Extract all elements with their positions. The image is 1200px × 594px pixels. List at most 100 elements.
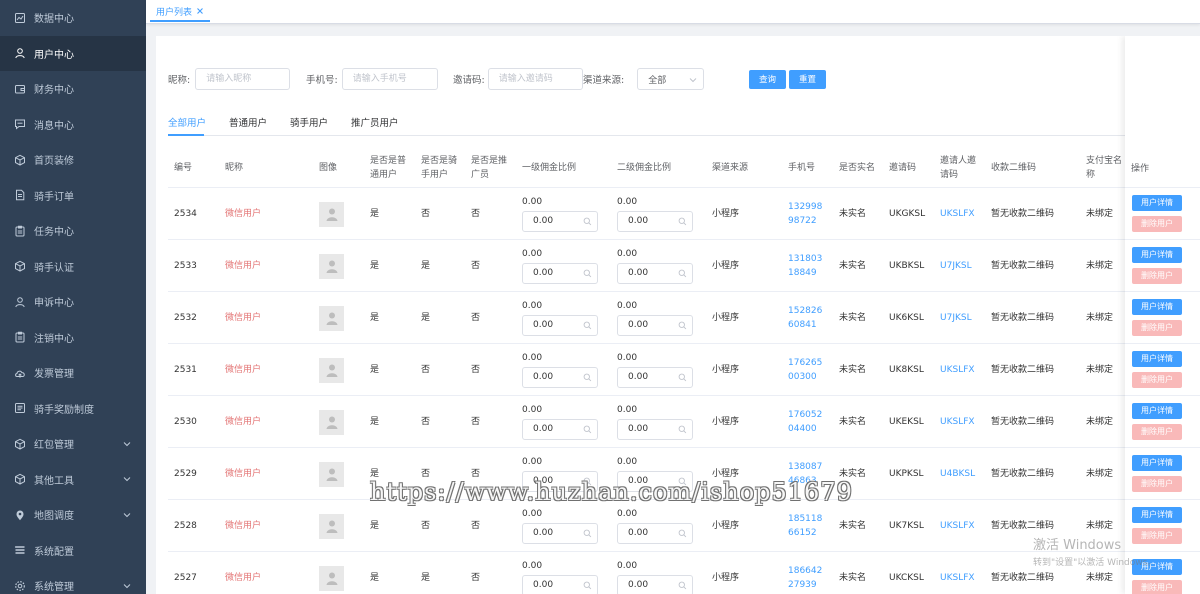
tab-user-list[interactable]: 用户列表 (150, 2, 211, 22)
cell-phone[interactable]: 18511866152 (788, 500, 828, 552)
invite-code-input[interactable] (487, 68, 583, 90)
cell-inviter-code[interactable]: U7JKSL (940, 240, 985, 292)
sidebar-item-label: 系统配置 (34, 546, 74, 558)
sidebar-item-15[interactable]: 系统配置 (0, 533, 146, 569)
sidebar-item-10[interactable]: 发票管理 (0, 355, 146, 391)
sidebar-item-6[interactable]: 任务中心 (0, 213, 146, 249)
ratio1-input-value: 0.00 (533, 268, 554, 278)
content-card: 昵称: 手机号: 邀请码: 渠道来源: 全部 查询 重置 全部用户 普通用户 骑… (156, 36, 1200, 594)
cell-inviter-code[interactable]: UKSLFX (940, 188, 985, 240)
cell-is-rider: 是 (421, 313, 431, 323)
ratio2-value: 0.00 (617, 301, 638, 311)
sidebar-item-12[interactable]: 红包管理 (0, 426, 146, 462)
sidebar-item-16[interactable]: 系统管理 (0, 568, 146, 594)
ratio1-input[interactable]: 0.00 (522, 523, 598, 544)
cell-phone[interactable]: 18664227939 (788, 552, 828, 594)
sidebar-item-label: 任务中心 (34, 227, 74, 239)
ops-cell: 用户详情 删除用户 (1125, 292, 1200, 344)
cell-inviter-code[interactable]: UKSLFX (940, 500, 985, 552)
delete-user-button[interactable]: 删除用户 (1132, 580, 1182, 594)
user-detail-button[interactable]: 用户详情 (1132, 299, 1182, 315)
close-icon[interactable] (196, 7, 204, 15)
sidebar-item-11[interactable]: 骑手奖励制度 (0, 391, 146, 427)
cell-qrcode: 暂无收款二维码 (991, 365, 1055, 375)
tab-normal-users[interactable]: 普通用户 (229, 112, 267, 136)
ratio1-input[interactable]: 0.00 (522, 419, 598, 440)
user-detail-button[interactable]: 用户详情 (1132, 247, 1182, 263)
tab-rider-users[interactable]: 骑手用户 (290, 112, 328, 136)
ratio2-input[interactable]: 0.00 (617, 367, 693, 388)
ratio1-value: 0.00 (522, 561, 543, 571)
ops-column: 操作 用户详情 删除用户 用户详情 删除用户 用户详情 删除用户 用户详情 删除用户 用户详情删… (1125, 36, 1200, 594)
sidebar-item-8[interactable]: 申诉中心 (0, 284, 146, 320)
sidebar-item-1[interactable]: 用户中心 (0, 35, 146, 71)
activation-subtitle: 转到"设置"以激活 Windows。 (1033, 558, 1157, 568)
user-detail-button[interactable]: 用户详情 (1132, 351, 1182, 367)
header-id: 编号 (174, 163, 193, 173)
cell-qrcode: 暂无收款二维码 (991, 261, 1055, 271)
user-detail-button[interactable]: 用户详情 (1132, 507, 1182, 523)
cell-phone[interactable]: 13180318849 (788, 240, 828, 292)
cell-ratio1: 0.00 0.00 (522, 196, 598, 232)
cell-inviter-code[interactable]: U7JKSL (940, 292, 985, 344)
cell-inviter-code[interactable]: UKSLFX (940, 396, 985, 448)
ratio2-input[interactable]: 0.00 (617, 263, 693, 284)
sidebar-item-7[interactable]: 骑手认证 (0, 249, 146, 285)
search-button[interactable]: 查询 (749, 69, 787, 89)
user-icon (14, 296, 26, 308)
delete-user-button[interactable]: 删除用户 (1132, 320, 1182, 336)
cell-inviter-code[interactable]: U4BKSL (940, 448, 985, 500)
ratio1-input[interactable]: 0.00 (522, 211, 598, 232)
ops-cell: 用户详情 删除用户 (1125, 188, 1200, 240)
cell-realname: 未实名 (839, 365, 867, 375)
cell-inviter-code[interactable]: UKSLFX (940, 552, 985, 594)
channel-select[interactable]: 全部 (637, 68, 705, 90)
ratio1-input-value: 0.00 (533, 580, 554, 590)
sidebar-item-0[interactable]: 数据中心 (0, 0, 146, 36)
ratio1-input[interactable]: 0.00 (522, 263, 598, 284)
delete-user-button[interactable]: 删除用户 (1132, 424, 1182, 440)
phone-input[interactable] (341, 68, 438, 90)
cell-nickname: 微信用户 (225, 469, 262, 479)
sidebar-item-9[interactable]: 注销中心 (0, 320, 146, 356)
ratio2-input[interactable]: 0.00 (617, 315, 693, 336)
ratio2-input[interactable]: 0.00 (617, 575, 693, 594)
cell-phone[interactable]: 15282660841 (788, 292, 828, 344)
search-icon (678, 529, 687, 538)
chevron-down-icon (123, 441, 131, 446)
user-detail-button[interactable]: 用户详情 (1132, 403, 1182, 419)
cell-invite-code: UKGKSL (889, 209, 926, 219)
watermark-text: https://www.huzhan.com/ishop51679 (370, 478, 853, 506)
delete-user-button[interactable]: 删除用户 (1132, 216, 1182, 232)
ratio1-input[interactable]: 0.00 (522, 315, 598, 336)
sidebar-item-13[interactable]: 其他工具 (0, 462, 146, 498)
delete-user-button[interactable]: 删除用户 (1132, 476, 1182, 492)
sidebar-item-label: 消息中心 (34, 120, 74, 132)
sidebar-item-2[interactable]: 财务中心 (0, 71, 146, 107)
cell-inviter-code[interactable]: UKSLFX (940, 344, 985, 396)
cell-realname: 未实名 (839, 209, 867, 219)
user-detail-button[interactable]: 用户详情 (1132, 195, 1182, 211)
delete-user-button[interactable]: 删除用户 (1132, 372, 1182, 388)
sidebar-item-label: 骑手奖励制度 (34, 404, 94, 416)
tab-promoter-users[interactable]: 推广员用户 (351, 112, 399, 136)
nickname-input[interactable] (195, 68, 291, 90)
cell-phone[interactable]: 13299898722 (788, 188, 828, 240)
sidebar-item-14[interactable]: 地图调度 (0, 497, 146, 533)
sidebar-item-3[interactable]: 消息中心 (0, 107, 146, 143)
reset-button[interactable]: 重置 (789, 69, 827, 89)
ratio2-input[interactable]: 0.00 (617, 419, 693, 440)
sidebar-item-5[interactable]: 骑手订单 (0, 178, 146, 214)
user-detail-button[interactable]: 用户详情 (1132, 455, 1182, 471)
delete-user-button[interactable]: 删除用户 (1132, 268, 1182, 284)
ratio1-input[interactable]: 0.00 (522, 575, 598, 594)
ratio2-input[interactable]: 0.00 (617, 211, 693, 232)
ratio1-input-value: 0.00 (533, 216, 554, 226)
cell-invite-code: UKBKSL (889, 261, 925, 271)
ratio2-input[interactable]: 0.00 (617, 523, 693, 544)
sidebar-item-4[interactable]: 首页装修 (0, 142, 146, 178)
cell-phone[interactable]: 17605204400 (788, 396, 828, 448)
cell-phone[interactable]: 17626500300 (788, 344, 828, 396)
ratio1-input[interactable]: 0.00 (522, 367, 598, 388)
tab-all-users[interactable]: 全部用户 (168, 112, 206, 136)
